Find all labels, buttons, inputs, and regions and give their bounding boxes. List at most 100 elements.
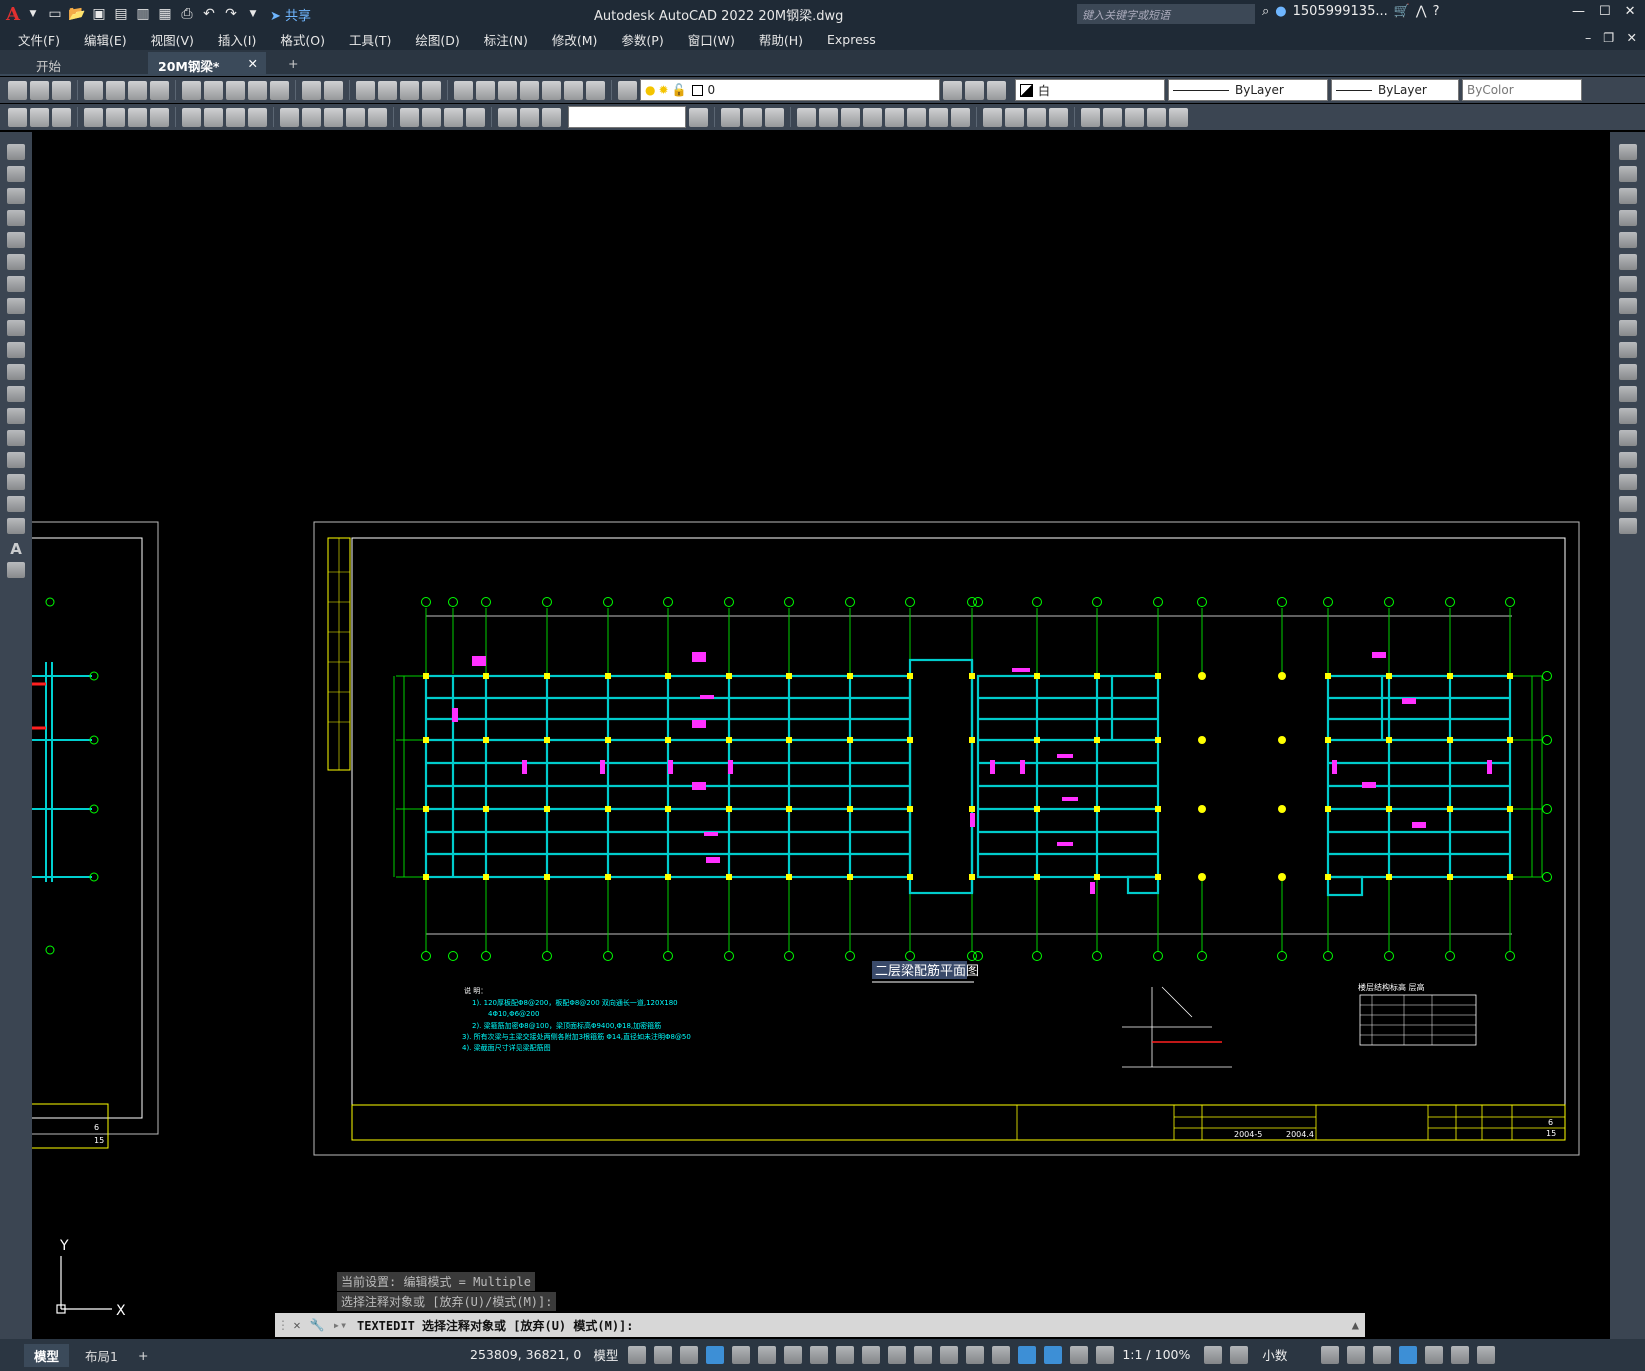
menu-tools[interactable]: 工具(T) (349, 30, 391, 49)
construction-line-icon[interactable] (7, 166, 25, 182)
qnew-icon[interactable] (8, 80, 27, 100)
save-tool-icon[interactable] (52, 80, 71, 100)
center-mark-icon[interactable] (422, 107, 441, 127)
polyline-icon[interactable] (7, 188, 25, 204)
save-to-web-icon[interactable]: ▦ (156, 5, 174, 23)
undo-tool-icon[interactable] (302, 80, 321, 100)
union-icon[interactable] (721, 107, 740, 127)
point-icon[interactable] (7, 430, 25, 446)
polar-tracking-icon[interactable] (758, 1345, 777, 1364)
copy-edges-icon[interactable] (983, 107, 1002, 127)
search-input[interactable]: 键入关键字或短语 (1077, 4, 1255, 24)
multiline-text-icon[interactable]: A (7, 540, 25, 558)
cut-icon[interactable] (182, 80, 201, 100)
offset-faces-icon[interactable] (841, 107, 860, 127)
tolerance-icon[interactable] (400, 107, 419, 127)
taper-faces-icon[interactable] (907, 107, 926, 127)
dimension-space-icon[interactable] (346, 107, 365, 127)
copy-object-icon[interactable] (1619, 166, 1637, 182)
autodesk-app-icon[interactable]: ⋀ (1416, 4, 1427, 19)
auto-scale-icon[interactable] (1070, 1345, 1089, 1364)
layer-previous-icon[interactable] (965, 80, 984, 100)
3d-print-icon[interactable] (150, 80, 169, 100)
zoom-previous-icon[interactable] (422, 80, 441, 100)
clean-icon[interactable] (1049, 107, 1068, 127)
offset-icon[interactable] (1619, 210, 1637, 226)
add-selected-icon[interactable] (7, 562, 25, 578)
search-icon[interactable]: ⌕ (1262, 4, 1269, 19)
calculator-icon[interactable] (564, 80, 583, 100)
move-icon[interactable] (1619, 254, 1637, 270)
maximize-icon[interactable]: ☐ (1599, 4, 1611, 19)
radius-icon[interactable] (182, 107, 201, 127)
tab-layout1[interactable]: 布局1 (75, 1344, 128, 1367)
annotation-scale-icon[interactable] (1096, 1345, 1115, 1364)
continue-icon[interactable] (324, 107, 343, 127)
lineweight-icon[interactable] (862, 1345, 881, 1364)
help-icon[interactable]: ? (1433, 4, 1440, 19)
polygon-icon[interactable] (7, 210, 25, 226)
shell-icon[interactable] (1103, 107, 1122, 127)
quick-dimension-icon[interactable] (280, 107, 299, 127)
customize-qat-icon[interactable]: ▼ (244, 5, 262, 23)
make-block-icon[interactable] (7, 408, 25, 424)
hatch-icon[interactable] (7, 452, 25, 468)
doc-restore-icon[interactable]: ❐ (1603, 30, 1614, 45)
fillet-icon[interactable] (1619, 474, 1637, 490)
ellipse-arc-icon[interactable] (7, 364, 25, 380)
dimension-edit-icon[interactable] (498, 107, 517, 127)
plot-icon[interactable]: ⎙ (178, 5, 196, 23)
publish-icon[interactable] (128, 80, 147, 100)
dimension-style-dropdown[interactable] (568, 106, 686, 128)
block-editor-icon[interactable] (270, 80, 289, 100)
insert-block-icon[interactable] (7, 386, 25, 402)
revision-cloud-icon[interactable] (7, 298, 25, 314)
menu-express[interactable]: Express (827, 32, 876, 47)
layer-state-icon[interactable] (987, 80, 1006, 100)
open-icon[interactable] (30, 80, 49, 100)
dimension-text-edit-icon[interactable] (520, 107, 539, 127)
table-icon[interactable] (7, 518, 25, 534)
selection-filter-icon[interactable] (992, 1345, 1011, 1364)
menu-window[interactable]: 窗口(W) (688, 30, 735, 49)
arc-icon[interactable] (7, 254, 25, 270)
imprint-icon[interactable] (1027, 107, 1046, 127)
aligned-dimension-icon[interactable] (106, 107, 125, 127)
arc-length-icon[interactable] (128, 107, 147, 127)
command-expand-icon[interactable]: ▲ (1352, 1318, 1359, 1332)
snap-icon[interactable] (654, 1345, 673, 1364)
pan-icon[interactable] (356, 80, 375, 100)
command-grip-icon[interactable]: ⋮ (277, 1318, 289, 1332)
menu-edit[interactable]: 编辑(E) (84, 30, 127, 49)
chamfer-icon[interactable] (1619, 452, 1637, 468)
scale-icon[interactable] (1619, 298, 1637, 314)
blend-curves-icon[interactable] (1619, 496, 1637, 512)
angular-icon[interactable] (248, 107, 267, 127)
grid-icon[interactable] (628, 1345, 647, 1364)
rotate-faces-icon[interactable] (885, 107, 904, 127)
open-folder-icon[interactable]: 📂 (68, 5, 86, 23)
ortho-icon[interactable] (732, 1345, 751, 1364)
copy-icon[interactable] (204, 80, 223, 100)
dimension-style-icon[interactable] (689, 107, 708, 127)
dimension-update-icon[interactable] (542, 107, 561, 127)
model-space-button[interactable]: 模型 (593, 1345, 618, 1364)
help-tool-icon[interactable] (586, 80, 605, 100)
3d-object-snap-icon[interactable] (940, 1345, 959, 1364)
object-snap-tracking-icon[interactable] (810, 1345, 829, 1364)
gradient-icon[interactable] (7, 474, 25, 490)
color-dropdown[interactable]: 白 (1015, 79, 1165, 101)
annotation-monitor-icon[interactable] (1230, 1345, 1249, 1364)
zoom-window-icon[interactable] (400, 80, 419, 100)
annotation-scale-readout[interactable]: 1:1 / 100% (1122, 1347, 1190, 1362)
make-current-layer-icon[interactable] (943, 80, 962, 100)
doc-close-icon[interactable]: ✕ (1627, 30, 1637, 45)
array-icon[interactable] (1619, 232, 1637, 248)
check-icon[interactable] (1125, 107, 1144, 127)
lineweight-dropdown[interactable]: ByLayer (1331, 79, 1459, 101)
isometric-drafting-icon[interactable] (784, 1345, 803, 1364)
rotate-icon[interactable] (1619, 276, 1637, 292)
menu-insert[interactable]: 插入(I) (218, 30, 256, 49)
layer-dropdown[interactable]: ● ✹ 🔓 0 (640, 79, 940, 101)
clean-screen-icon[interactable] (1451, 1345, 1470, 1364)
